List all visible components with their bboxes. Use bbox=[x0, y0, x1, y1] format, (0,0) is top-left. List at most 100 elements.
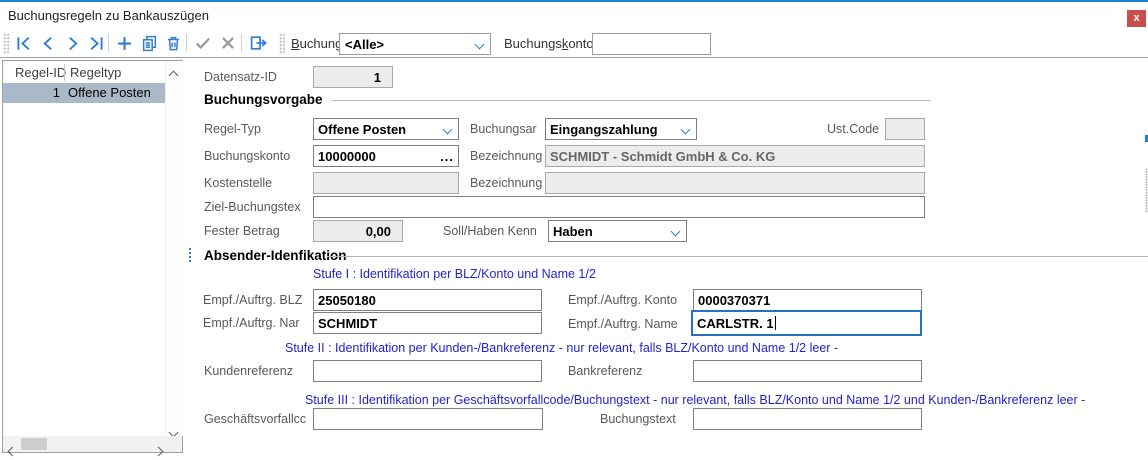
last-record-icon bbox=[88, 35, 105, 52]
kostenstelle-field bbox=[313, 172, 459, 194]
window-title: Buchungsregeln zu Bankauszügen bbox=[8, 8, 209, 23]
confirm-icon bbox=[194, 34, 212, 52]
section-grip[interactable] bbox=[188, 247, 193, 262]
toolbar-separator bbox=[241, 34, 242, 52]
post-button[interactable] bbox=[246, 31, 270, 55]
empf-name1-label: Empf./Auftrg. Nar bbox=[203, 312, 300, 334]
buchungsart-filter-dropdown[interactable]: <Alle> bbox=[339, 33, 491, 55]
last-record-button[interactable] bbox=[84, 31, 108, 55]
chevron-down-icon bbox=[671, 227, 681, 237]
previous-record-icon bbox=[40, 35, 57, 52]
toolbar-grip[interactable] bbox=[279, 33, 285, 54]
empf-konto-label: Empf./Auftrg. Konto bbox=[568, 289, 677, 311]
empf-blz-field[interactable]: 25050180 bbox=[313, 289, 542, 311]
section-header-buchungsvorgabe: Buchungsvorgabe bbox=[204, 92, 323, 107]
horizontal-scrollbar[interactable] bbox=[3, 436, 182, 452]
regel-typ-dropdown[interactable]: Offene Posten bbox=[313, 118, 459, 140]
title-bar[interactable]: Buchungsregeln zu Bankauszügen bbox=[0, 2, 1148, 30]
next-record-button[interactable] bbox=[60, 31, 84, 55]
soll-haben-label: Soll/Haben Kenn bbox=[443, 220, 537, 242]
bankreferenz-field[interactable] bbox=[693, 360, 922, 382]
fester-betrag-label: Fester Betrag bbox=[204, 220, 280, 242]
kostenstelle-label: Kostenstelle bbox=[204, 172, 272, 194]
buchungstext-field[interactable] bbox=[693, 408, 922, 430]
section-line bbox=[332, 100, 930, 101]
add-record-icon bbox=[116, 35, 133, 52]
empf-blz-label: Empf./Auftrg. BLZ bbox=[203, 289, 302, 311]
empf-konto-field[interactable]: 0000370371 bbox=[693, 289, 922, 311]
app-window: { "window": { "title": "Buchungsregeln z… bbox=[0, 0, 1148, 455]
soll-haben-dropdown[interactable]: Haben bbox=[548, 220, 687, 242]
chevron-down-icon bbox=[475, 40, 485, 50]
empf-name2-field[interactable]: CARLSTR. 1 bbox=[691, 310, 922, 336]
buchungskonto-form-label: Buchungskonto bbox=[204, 145, 290, 167]
next-record-icon bbox=[64, 35, 81, 52]
buchungstext-label: Buchungstext bbox=[600, 408, 676, 430]
add-record-button[interactable] bbox=[112, 31, 136, 55]
column-header-regel-id[interactable]: Regel-ID bbox=[15, 62, 63, 83]
horizontal-scroll-thumb[interactable] bbox=[21, 438, 47, 450]
buchungsart-dropdown[interactable]: Eingangszahlung bbox=[545, 118, 697, 140]
close-button[interactable]: x bbox=[1127, 10, 1146, 27]
buchungskonto-label: Buchungskonto: bbox=[504, 33, 597, 55]
delete-record-button[interactable] bbox=[161, 31, 185, 55]
ust-code-field bbox=[885, 118, 925, 140]
lookup-button[interactable]: ... bbox=[440, 149, 454, 164]
section-line bbox=[327, 256, 1148, 257]
first-record-button[interactable] bbox=[11, 31, 35, 55]
buchungsart-form-label: Buchungsar bbox=[470, 118, 543, 140]
chevron-down-icon bbox=[443, 125, 453, 135]
bezeichnung1-label: Bezeichnung bbox=[470, 145, 544, 167]
empf-name1-field[interactable]: SCHMIDT bbox=[313, 312, 542, 334]
section-header-absender: Absender-Idenfikation bbox=[204, 248, 347, 263]
close-icon: x bbox=[1133, 13, 1139, 24]
post-icon bbox=[249, 34, 268, 52]
stufe3-note: Stufe III : Identifikation per Geschäfts… bbox=[305, 393, 1085, 407]
delete-record-icon bbox=[165, 35, 182, 52]
copy-record-button[interactable] bbox=[137, 31, 161, 55]
ziel-buchungstext-label: Ziel-Buchungstex bbox=[204, 196, 312, 218]
rule-list-row[interactable]: 1 Offene Posten bbox=[3, 83, 166, 103]
scroll-up-button[interactable] bbox=[170, 66, 177, 84]
cancel-icon bbox=[219, 34, 237, 52]
fester-betrag-field: 0,00 bbox=[313, 220, 403, 242]
text-cursor bbox=[775, 316, 776, 330]
confirm-button[interactable] bbox=[191, 31, 215, 55]
toolbar: Buchungsart: <Alle> Buchungskonto: bbox=[0, 30, 1148, 57]
toolbar-separator bbox=[186, 34, 187, 52]
datensatz-id-label: Datensatz-ID bbox=[204, 66, 277, 88]
bezeichnung2-label: Bezeichnung bbox=[470, 172, 544, 194]
ziel-buchungstext-field[interactable] bbox=[313, 196, 925, 218]
chevron-up-icon bbox=[169, 71, 179, 81]
ust-code-label: Ust.Code bbox=[827, 118, 879, 140]
column-divider[interactable] bbox=[64, 64, 65, 81]
toolbar-bottom-line bbox=[0, 57, 1148, 58]
datensatz-id-field: 1 bbox=[313, 66, 393, 88]
scroll-left-button[interactable] bbox=[9, 442, 16, 460]
previous-record-button[interactable] bbox=[36, 31, 60, 55]
rule-type-cell: Offene Posten bbox=[68, 83, 151, 103]
rule-list-panel: Regel-ID Regeltyp 1 Offene Posten bbox=[2, 60, 183, 453]
bezeichnung2-field bbox=[545, 172, 925, 194]
kundenreferenz-field[interactable] bbox=[313, 360, 542, 382]
chevron-down-icon bbox=[681, 125, 691, 135]
first-record-icon bbox=[15, 35, 32, 52]
geschaeftsvorfallcode-field[interactable] bbox=[313, 408, 543, 430]
column-header-regeltyp[interactable]: Regeltyp bbox=[70, 62, 160, 83]
toolbar-grip[interactable] bbox=[3, 33, 9, 54]
bezeichnung1-field: SCHMIDT - Schmidt GmbH & Co. KG bbox=[545, 145, 925, 167]
buchungskonto-filter-input[interactable] bbox=[592, 33, 711, 55]
toolbar-separator bbox=[108, 34, 109, 52]
cancel-button[interactable] bbox=[216, 31, 240, 55]
empf-name2-label: Empf./Auftrg. Name bbox=[568, 313, 678, 335]
vertical-scrollbar[interactable] bbox=[165, 61, 183, 436]
stufe2-note: Stufe II : Identifikation per Kunden-/Ba… bbox=[285, 341, 838, 355]
kundenreferenz-label: Kundenreferenz bbox=[204, 360, 293, 382]
scroll-right-button[interactable] bbox=[155, 442, 162, 460]
regel-typ-label: Regel-Typ bbox=[204, 118, 261, 140]
bankreferenz-label: Bankreferenz bbox=[568, 360, 642, 382]
rule-id-cell: 1 bbox=[3, 83, 60, 103]
copy-record-icon bbox=[141, 35, 158, 52]
stufe1-note: Stufe I : Identifikation per BLZ/Konto u… bbox=[313, 267, 596, 281]
buchungskonto-field[interactable]: 10000000 ... bbox=[313, 145, 459, 167]
